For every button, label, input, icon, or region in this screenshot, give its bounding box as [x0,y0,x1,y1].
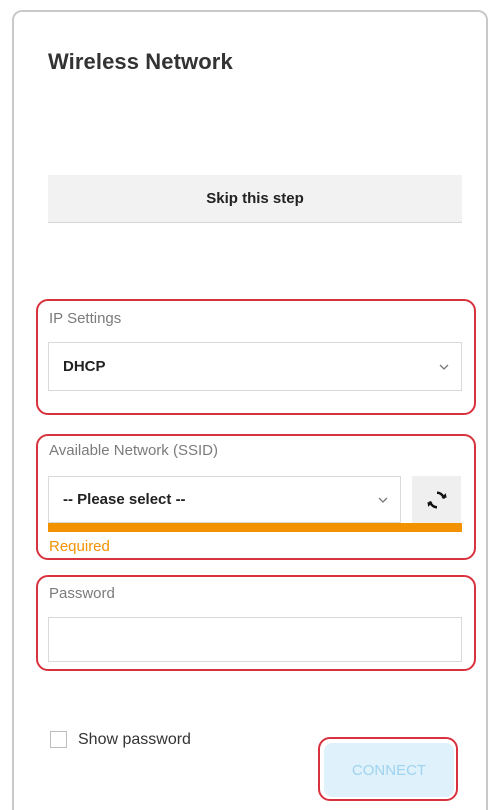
page-title: Wireless Network [48,49,233,74]
chevron-down-icon [439,364,449,370]
ssid-select[interactable]: -- Please select -- [48,476,401,523]
ip-settings-value: DHCP [63,358,106,375]
ip-settings-select[interactable]: DHCP [48,342,462,391]
refresh-networks-button[interactable] [412,476,461,523]
wireless-network-card [12,10,488,810]
show-password-checkbox[interactable] [50,731,67,748]
ssid-error-bar [48,523,462,532]
skip-step-button[interactable]: Skip this step [48,175,462,223]
connect-button[interactable]: CONNECT [324,743,454,797]
chevron-down-icon [378,497,388,503]
password-input[interactable] [48,617,462,662]
ssid-label: Available Network (SSID) [49,442,218,459]
ssid-value: -- Please select -- [63,491,186,508]
ssid-error-text: Required [49,538,110,555]
ip-settings-label: IP Settings [49,310,122,327]
refresh-icon [426,490,447,509]
password-label: Password [49,585,115,602]
show-password-label: Show password [78,731,191,748]
